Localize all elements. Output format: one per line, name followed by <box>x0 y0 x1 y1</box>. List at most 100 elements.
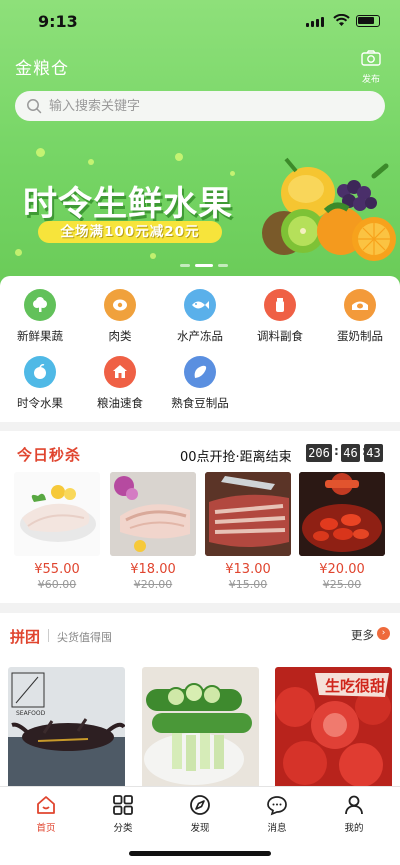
seasoning-icon <box>264 289 296 321</box>
product-image <box>299 472 385 556</box>
search-bar[interactable] <box>15 91 385 121</box>
message-icon <box>267 796 287 816</box>
group-product-tomato[interactable]: 生吃很甜 <box>275 667 392 788</box>
promo-banner[interactable]: 时令生鲜水果 全场满100元减20元 <box>0 131 400 276</box>
tab-label: 分类 <box>113 823 133 834</box>
product-image <box>142 667 259 788</box>
flash-sale-title: 今日秒杀 <box>17 446 82 464</box>
product-original-price: ¥25.00 <box>322 578 362 591</box>
app-title: 金粮仓 <box>15 59 69 79</box>
search-icon <box>27 99 42 114</box>
countdown-hours: 206 <box>306 444 332 462</box>
banner-promo: 全场满100元减20元 <box>38 221 222 243</box>
status-bar: 9:13 <box>0 0 400 42</box>
vegetable-icon <box>24 289 56 321</box>
status-time: 9:13 <box>38 12 78 31</box>
indicator-dot[interactable] <box>218 264 228 267</box>
tab-profile[interactable]: 我的 <box>324 793 384 834</box>
countdown-colon: : <box>334 444 339 458</box>
category-label: 熟食豆制品 <box>171 396 229 410</box>
decor-dot <box>88 159 94 165</box>
category-meat[interactable]: 肉类 <box>81 289 159 344</box>
category-label: 调料副食 <box>257 329 303 343</box>
tab-category[interactable]: 分类 <box>93 793 153 834</box>
countdown-label: 00点开抢·距离结束 <box>180 450 292 465</box>
product-price: ¥13.00 <box>225 562 271 577</box>
signal-icon <box>306 17 324 27</box>
product-original-price: ¥60.00 <box>37 578 77 591</box>
product-original-price: ¥20.00 <box>133 578 173 591</box>
product-price: ¥18.00 <box>130 562 176 577</box>
flash-product-fish-slices[interactable]: ¥18.00 ¥20.00 <box>110 472 196 591</box>
category-label: 肉类 <box>108 329 132 343</box>
indicator-dot[interactable] <box>180 264 190 267</box>
fruit-icon <box>24 356 56 388</box>
tab-label: 消息 <box>267 823 287 834</box>
grain-oil-icon <box>104 356 136 388</box>
title-divider <box>48 629 49 642</box>
countdown-minutes: 46 <box>341 444 360 462</box>
seafood-icon <box>184 289 216 321</box>
publish-label: 发布 <box>361 75 380 85</box>
tab-label: 发现 <box>190 823 210 834</box>
product-image: 生吃很甜 <box>275 667 392 788</box>
decor-dot <box>175 153 183 161</box>
flash-sale-section: 今日秒杀 00点开抢·距离结束 206 : 46 : 43 ¥55.00 ¥60… <box>0 431 400 603</box>
meat-icon <box>104 289 136 321</box>
category-seasonal-fruit[interactable]: 时令水果 <box>1 356 79 411</box>
search-input[interactable] <box>49 91 369 121</box>
tab-home[interactable]: 首页 <box>16 793 76 834</box>
chevron-right-icon[interactable]: › <box>377 627 390 640</box>
product-image <box>205 472 291 556</box>
category-seasoning[interactable]: 调料副食 <box>241 289 319 344</box>
category-label: 新鲜果蔬 <box>17 329 63 343</box>
flash-product-crayfish[interactable]: ¥20.00 ¥25.00 <box>299 472 385 591</box>
tab-message[interactable]: 消息 <box>247 793 307 834</box>
product-price: ¥20.00 <box>319 562 365 577</box>
profile-icon <box>345 795 363 815</box>
flash-product-fish-fillet[interactable]: ¥55.00 ¥60.00 <box>14 472 100 591</box>
banner-headline: 时令生鲜水果 <box>23 184 233 224</box>
decor-dot <box>150 253 156 259</box>
tab-discover[interactable]: 发现 <box>170 793 230 834</box>
group-buy-title: 拼团 <box>10 628 41 646</box>
category-grid: 新鲜果蔬 肉类 水产冻品 调料副食 蛋奶制品 时令水果 粮油速食 熟食豆制品 <box>0 276 400 422</box>
flash-product-ribs[interactable]: ¥13.00 ¥15.00 <box>205 472 291 591</box>
decor-dot <box>36 148 45 157</box>
product-price: ¥55.00 <box>34 562 80 577</box>
egg-milk-icon <box>344 289 376 321</box>
decor-dot <box>15 249 22 256</box>
tab-label: 首页 <box>36 823 56 834</box>
deli-icon <box>184 356 216 388</box>
discover-icon <box>190 795 210 815</box>
product-sticker: 生吃很甜 <box>325 677 385 695</box>
more-link[interactable]: 更多 <box>351 627 374 643</box>
category-egg-milk[interactable]: 蛋奶制品 <box>321 289 399 344</box>
group-product-cucumber[interactable] <box>142 667 259 788</box>
battery-icon <box>356 15 380 27</box>
product-original-price: ¥15.00 <box>228 578 268 591</box>
home-indicator <box>129 851 271 856</box>
product-image: SEAFOOD <box>8 667 125 788</box>
category-icon <box>113 795 133 815</box>
category-label: 水产冻品 <box>177 329 223 343</box>
category-seafood[interactable]: 水产冻品 <box>161 289 239 344</box>
group-product-lobster[interactable]: SEAFOOD <box>8 667 125 788</box>
category-deli[interactable]: 熟食豆制品 <box>161 356 239 411</box>
fruit-illustration <box>262 157 396 261</box>
seafood-sign: SEAFOOD <box>16 710 46 717</box>
category-label: 时令水果 <box>17 396 63 410</box>
tab-label: 我的 <box>344 823 364 834</box>
banner-indicators <box>180 264 228 267</box>
category-grain-oil[interactable]: 粮油速食 <box>81 356 159 411</box>
home-icon <box>37 796 55 814</box>
category-fresh-produce[interactable]: 新鲜果蔬 <box>1 289 79 344</box>
indicator-dot-active[interactable] <box>195 264 213 267</box>
countdown-seconds: 43 <box>364 444 383 462</box>
publish-button[interactable]: 发布 <box>358 50 384 85</box>
wifi-icon <box>333 14 350 26</box>
category-label: 蛋奶制品 <box>337 329 383 343</box>
product-image <box>110 472 196 556</box>
camera-icon <box>361 50 381 66</box>
product-image <box>14 472 100 556</box>
